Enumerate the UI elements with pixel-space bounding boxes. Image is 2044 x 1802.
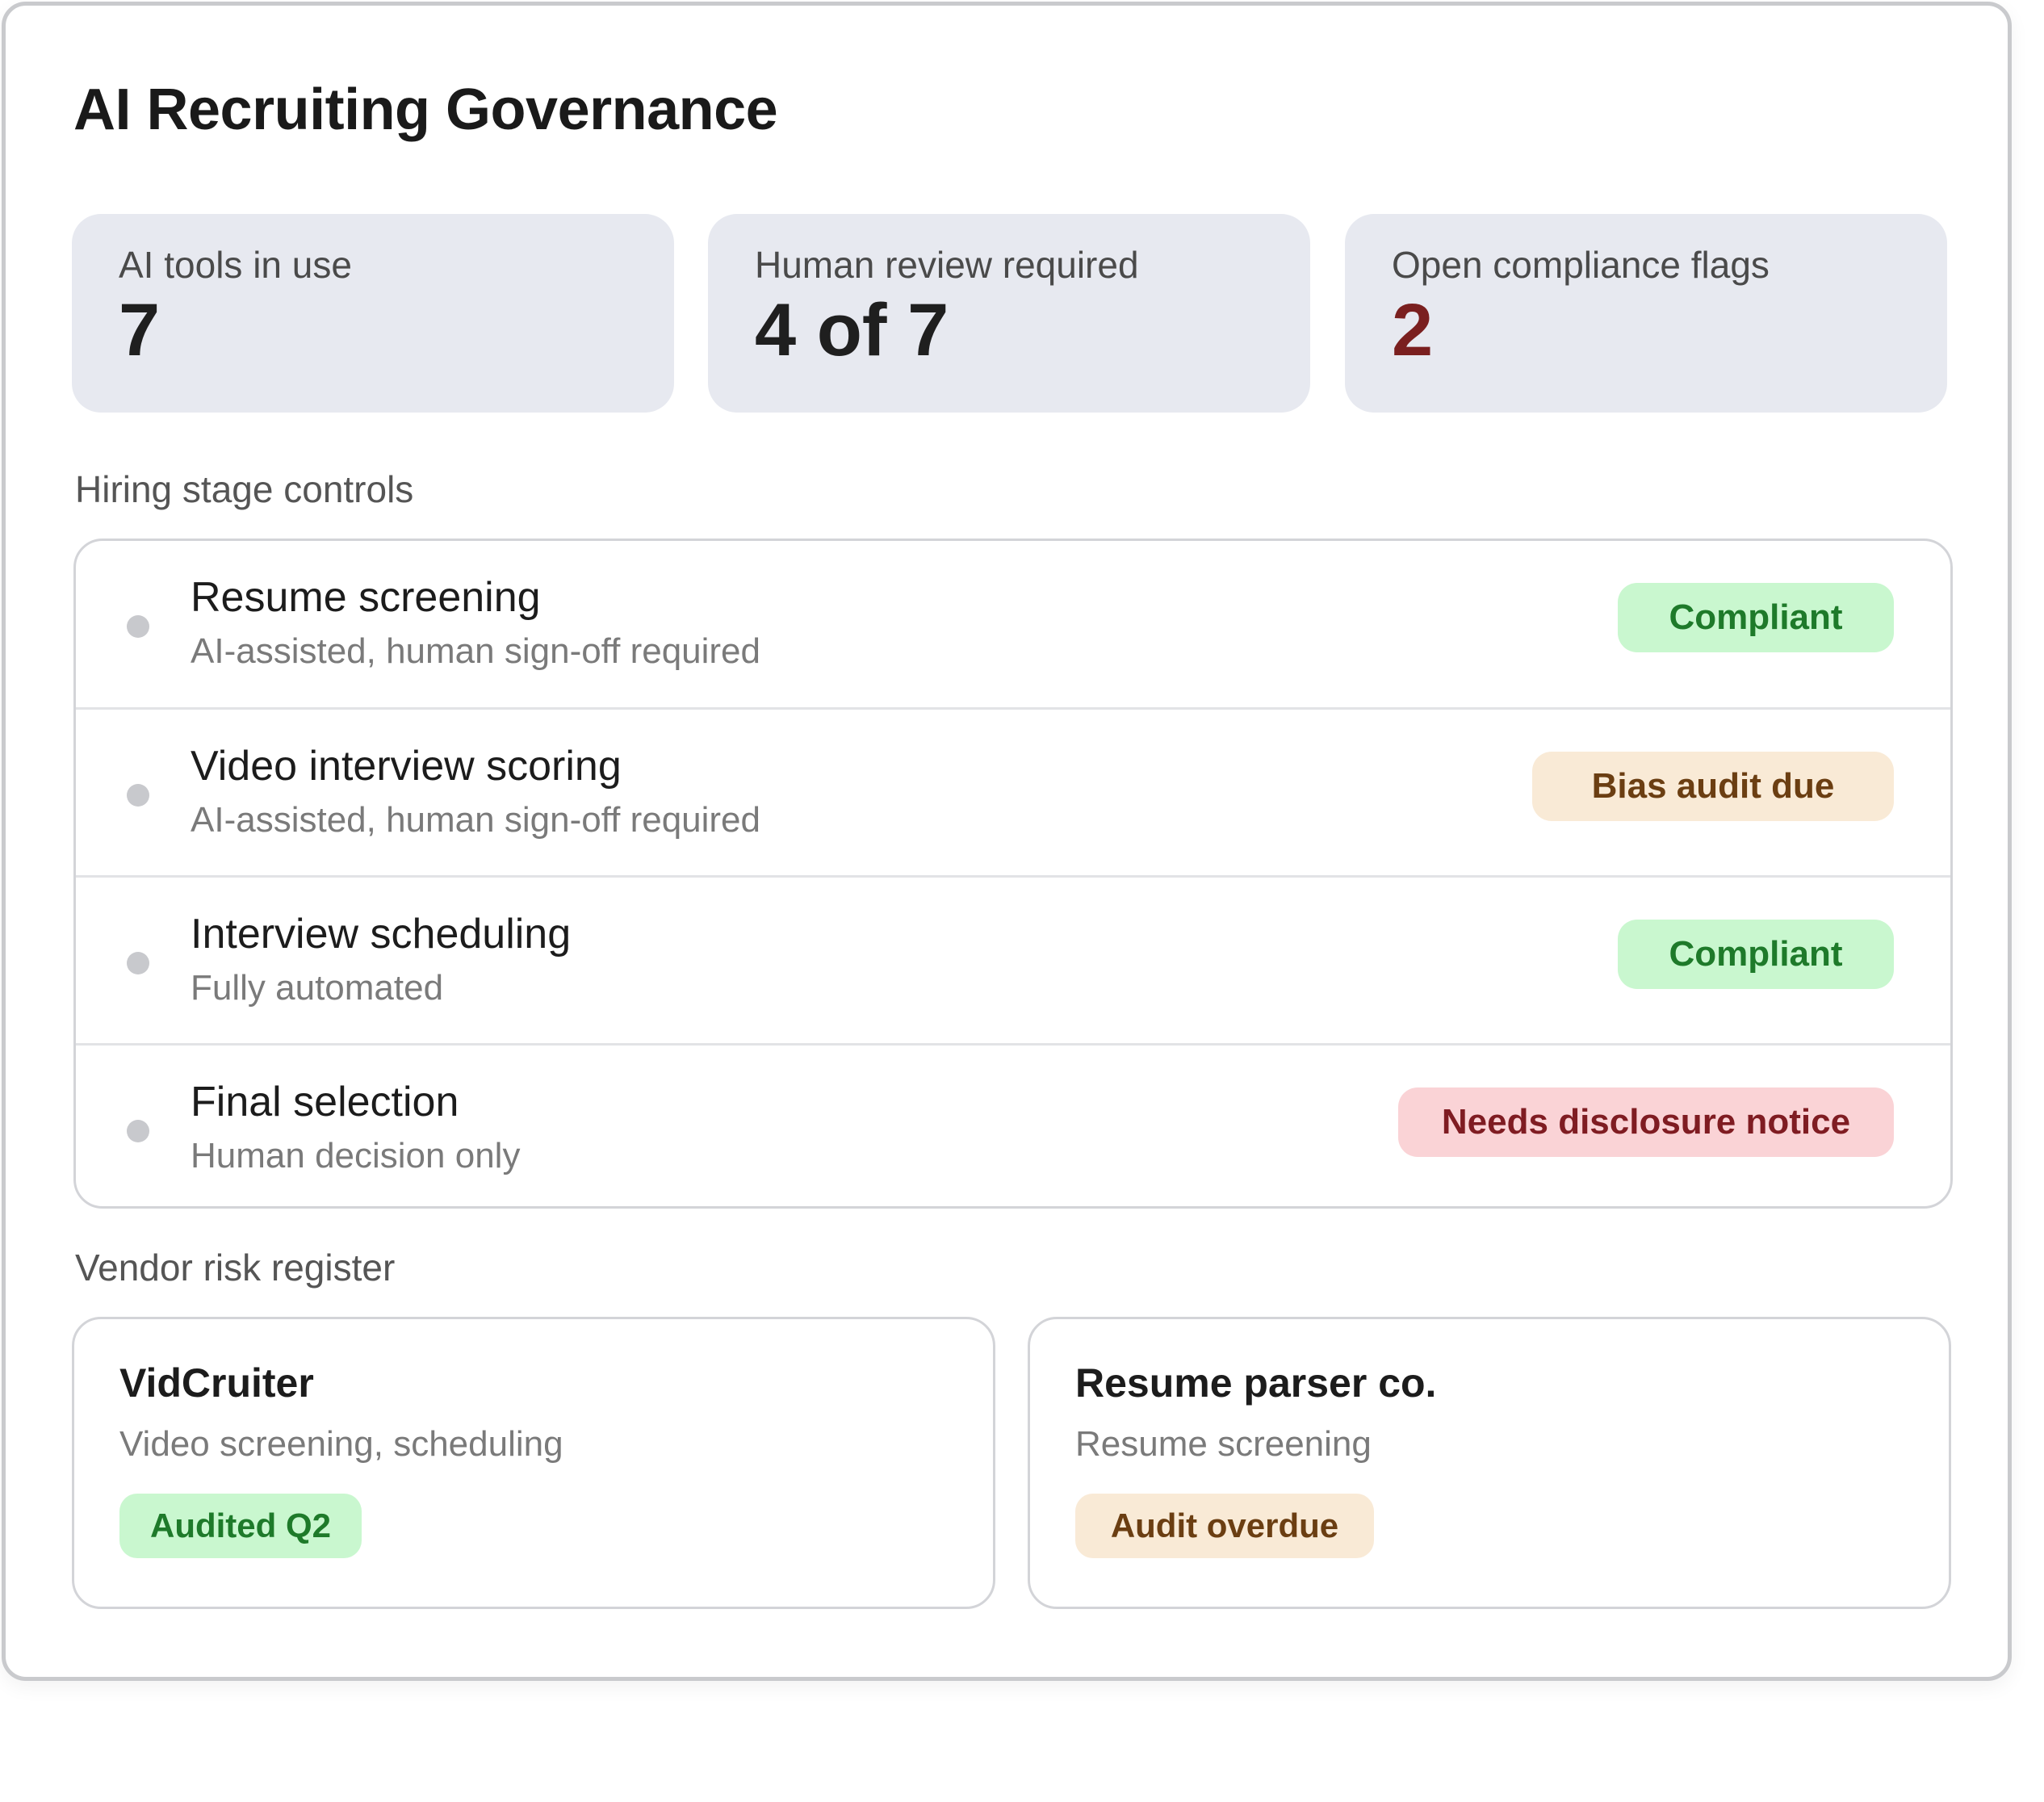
stat-value: 7 xyxy=(119,289,161,371)
stage-detail: Human decision only xyxy=(191,1136,521,1175)
stat-label: Open compliance flags xyxy=(1392,244,1770,286)
stat-value: 4 of 7 xyxy=(755,289,949,371)
stage-name: Resume screening xyxy=(191,574,541,621)
section-heading-vendors: Vendor risk register xyxy=(75,1247,396,1289)
stat-value: 2 xyxy=(1392,289,1434,371)
vendor-card-resume-parser[interactable]: Resume parser co. Resume screening Audit… xyxy=(1028,1317,1951,1609)
stage-detail: AI-assisted, human sign-off required xyxy=(191,631,760,671)
stat-label: AI tools in use xyxy=(119,244,352,286)
section-heading-stages: Hiring stage controls xyxy=(75,468,414,510)
status-badge: Audited Q2 xyxy=(119,1494,362,1558)
stage-detail: Fully automated xyxy=(191,968,444,1008)
status-dot-icon xyxy=(127,952,149,974)
stage-list: Resume screening AI-assisted, human sign… xyxy=(73,539,1953,1209)
status-badge: Bias audit due xyxy=(1532,752,1894,821)
stat-label: Human review required xyxy=(755,244,1139,286)
stat-card-human-review: Human review required 4 of 7 xyxy=(708,214,1310,413)
stage-row-final-selection[interactable]: Final selection Human decision only Need… xyxy=(76,1043,1950,1206)
stage-name: Final selection xyxy=(191,1079,459,1125)
stat-card-compliance-flags: Open compliance flags 2 xyxy=(1345,214,1947,413)
governance-panel: AI Recruiting Governance AI tools in use… xyxy=(2,2,2012,1681)
vendor-use: Resume screening xyxy=(1075,1424,1372,1464)
status-badge: Needs disclosure notice xyxy=(1398,1087,1894,1157)
vendor-card-vidcruiter[interactable]: VidCruiter Video screening, scheduling A… xyxy=(72,1317,995,1609)
stage-name: Interview scheduling xyxy=(191,911,572,958)
stage-name: Video interview scoring xyxy=(191,743,622,790)
status-badge: Compliant xyxy=(1618,920,1894,989)
vendor-name: VidCruiter xyxy=(119,1360,314,1406)
stage-row-resume-screening[interactable]: Resume screening AI-assisted, human sign… xyxy=(76,541,1950,707)
status-badge: Audit overdue xyxy=(1075,1494,1374,1558)
status-dot-icon xyxy=(127,784,149,807)
stat-card-ai-tools: AI tools in use 7 xyxy=(72,214,674,413)
stage-detail: AI-assisted, human sign-off required xyxy=(191,800,760,840)
status-dot-icon xyxy=(127,1120,149,1142)
stage-row-interview-scheduling[interactable]: Interview scheduling Fully automated Com… xyxy=(76,875,1950,1041)
stage-row-video-interview-scoring[interactable]: Video interview scoring AI-assisted, hum… xyxy=(76,707,1950,874)
page-title: AI Recruiting Governance xyxy=(73,78,778,142)
status-badge: Compliant xyxy=(1618,583,1894,652)
status-dot-icon xyxy=(127,615,149,638)
vendor-use: Video screening, scheduling xyxy=(119,1424,563,1464)
vendor-name: Resume parser co. xyxy=(1075,1360,1437,1406)
